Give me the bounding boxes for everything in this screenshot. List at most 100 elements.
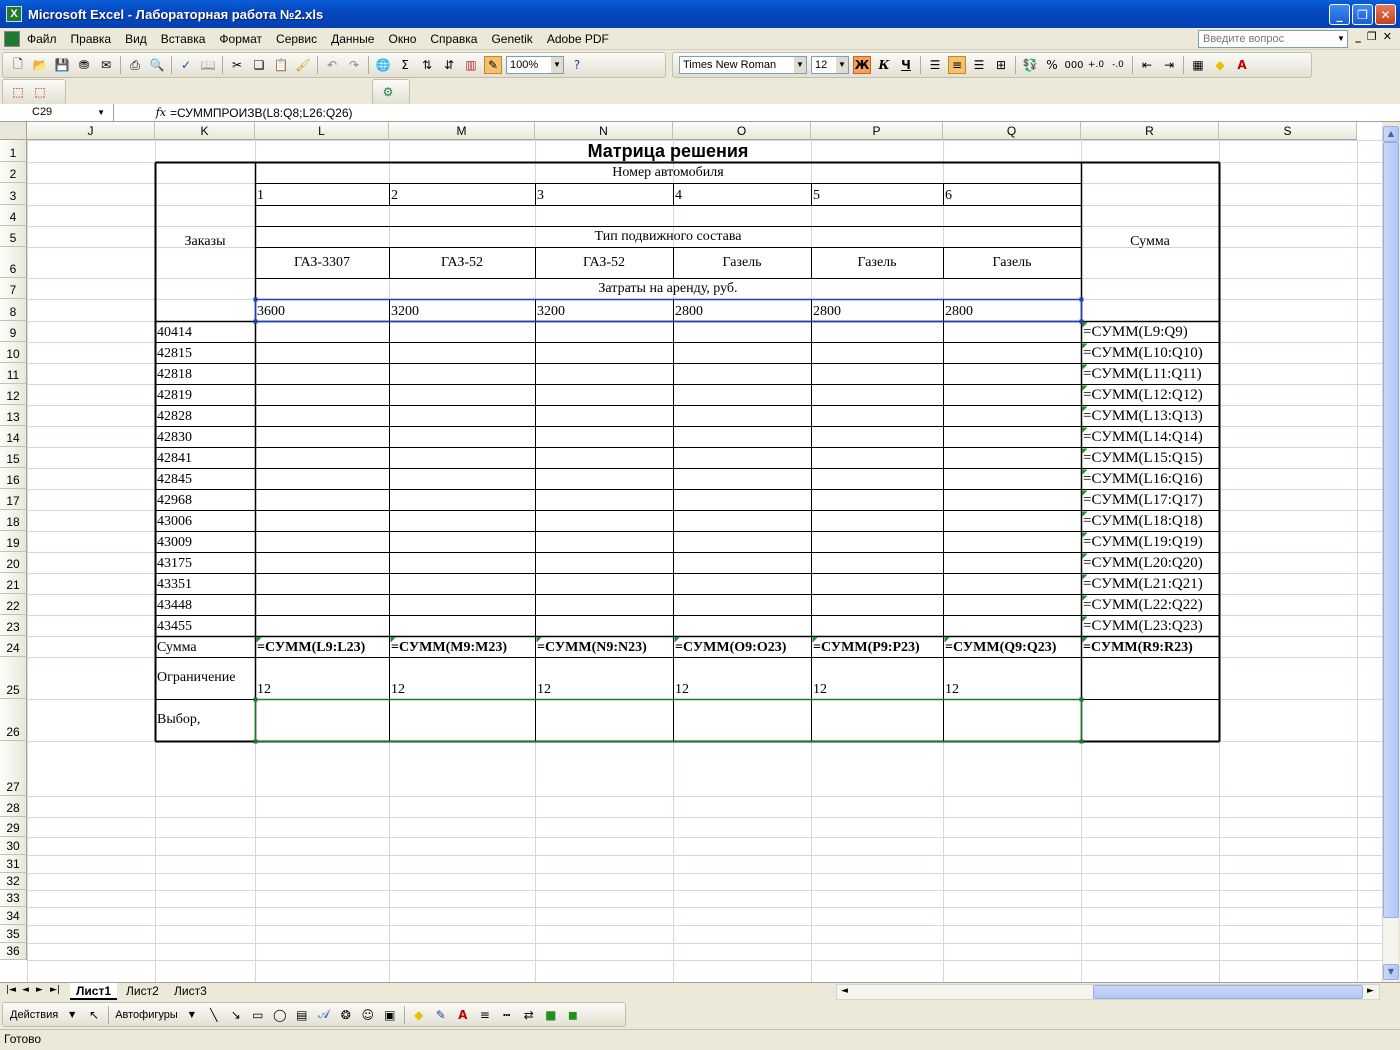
choice-label[interactable]: Выбор, — [157, 699, 253, 741]
cut-icon[interactable]: ✂ — [228, 56, 246, 74]
row-header[interactable]: 15 — [0, 447, 27, 468]
genetik-icon[interactable]: ⚙ — [379, 83, 397, 101]
prev-sheet-icon[interactable]: ◄ — [22, 985, 29, 995]
workbook-restore-icon[interactable]: ❐ — [1367, 30, 1377, 43]
order-id-cell[interactable]: 43455 — [157, 615, 253, 636]
column-header[interactable]: P — [811, 122, 943, 140]
row-header[interactable]: 34 — [0, 907, 27, 925]
column-sum-cell[interactable]: =СУММ(L9:L23) — [257, 636, 387, 657]
font-name-dropdown-icon[interactable]: ▼ — [794, 57, 806, 73]
sort-ascending-icon[interactable]: ⇅ — [418, 56, 436, 74]
row-sum-cell[interactable]: =СУММ(L23:Q23) — [1083, 615, 1217, 636]
row-header[interactable]: 1 — [0, 140, 27, 162]
spelling-icon[interactable]: ✓ — [177, 56, 195, 74]
thousands-button[interactable]: 000 — [1064, 56, 1083, 74]
font-color-icon[interactable]: A — [1233, 56, 1251, 74]
order-id-cell[interactable]: 42815 — [157, 342, 253, 363]
row-header[interactable]: 33 — [0, 890, 27, 907]
matrix-title[interactable]: Матрица решения — [257, 140, 1079, 162]
stock-type-cell[interactable]: ГАЗ-52 — [537, 247, 671, 278]
last-sheet-icon[interactable]: ►| — [50, 985, 60, 995]
row-header[interactable]: 13 — [0, 405, 27, 426]
3d-icon[interactable]: ◼ — [564, 1006, 582, 1024]
row-header[interactable]: 30 — [0, 837, 27, 855]
align-right-icon[interactable]: ☰ — [970, 56, 988, 74]
column-header[interactable]: N — [535, 122, 673, 140]
row-sum-cell[interactable]: =СУММ(L15:Q15) — [1083, 447, 1217, 468]
stock-type-cell[interactable]: Газель — [675, 247, 809, 278]
order-id-cell[interactable]: 43009 — [157, 531, 253, 552]
insert-function-icon[interactable]: fx — [114, 106, 170, 119]
menu-insert[interactable]: Вставка — [154, 29, 213, 49]
font-size-dropdown-icon[interactable]: ▼ — [836, 57, 848, 73]
restore-button[interactable]: ❐ — [1352, 4, 1373, 25]
scroll-right-icon[interactable]: ► — [1367, 986, 1374, 996]
font-size-select[interactable]: 12 ▼ — [811, 56, 849, 74]
column-header[interactable]: Q — [943, 122, 1081, 140]
autoshapes-menu[interactable]: Автофигуры — [112, 1009, 181, 1021]
line-icon[interactable]: ╲ — [205, 1006, 223, 1024]
email-icon[interactable]: ✉ — [97, 56, 115, 74]
row-header[interactable]: 32 — [0, 873, 27, 890]
draw-actions-menu[interactable]: Действия — [7, 1009, 61, 1021]
order-id-cell[interactable]: 42841 — [157, 447, 253, 468]
row-header[interactable]: 18 — [0, 510, 27, 531]
shadow-icon[interactable]: ■ — [542, 1006, 560, 1024]
row-header[interactable]: 12 — [0, 384, 27, 405]
row-header[interactable]: 10 — [0, 342, 27, 363]
row-sum-cell[interactable]: =СУММ(L20:Q20) — [1083, 552, 1217, 573]
research-icon[interactable]: 📖 — [199, 56, 217, 74]
close-button[interactable]: ✕ — [1375, 4, 1396, 25]
autoshapes-dropdown-icon[interactable]: ▼ — [183, 1006, 201, 1024]
zoom-select[interactable]: 100% ▼ — [506, 56, 564, 74]
menu-file[interactable]: Файл — [20, 29, 64, 49]
name-box[interactable]: C29 ▼ — [0, 104, 114, 121]
scroll-left-icon[interactable]: ◄ — [841, 986, 848, 996]
menu-tools[interactable]: Сервис — [269, 29, 324, 49]
open-icon[interactable]: 📂 — [31, 56, 49, 74]
picture-icon[interactable]: ▣ — [381, 1006, 399, 1024]
order-id-cell[interactable]: 43006 — [157, 510, 253, 531]
order-id-cell[interactable]: 40414 — [157, 321, 253, 342]
limit-cell[interactable]: 12 — [391, 657, 533, 699]
column-header[interactable]: S — [1219, 122, 1357, 140]
range-handle[interactable] — [1079, 697, 1084, 702]
arrow-style-icon[interactable]: ⇄ — [520, 1006, 538, 1024]
column-header[interactable]: O — [673, 122, 811, 140]
row-header[interactable]: 24 — [0, 636, 27, 657]
paste-icon[interactable]: 📋 — [272, 56, 290, 74]
workbook-minimize-icon[interactable]: _ — [1355, 30, 1361, 43]
row-header[interactable]: 19 — [0, 531, 27, 552]
row-sum-cell[interactable]: =СУММ(L16:Q16) — [1083, 468, 1217, 489]
name-box-dropdown-icon[interactable]: ▼ — [97, 104, 105, 121]
wordart-icon[interactable]: 𝒜 — [315, 1006, 333, 1024]
increase-indent-icon[interactable]: ⇥ — [1160, 56, 1178, 74]
row-header[interactable]: 31 — [0, 855, 27, 873]
row-header[interactable]: 35 — [0, 925, 27, 943]
clipart-icon[interactable]: ☺ — [359, 1006, 377, 1024]
undo-icon[interactable]: ↶ — [323, 56, 341, 74]
line-style-icon[interactable]: ≡ — [476, 1006, 494, 1024]
stock-type-cell[interactable]: ГАЗ-3307 — [257, 247, 387, 278]
italic-button[interactable]: К — [875, 56, 893, 74]
minimize-button[interactable]: _ — [1329, 4, 1350, 25]
draw-fill-color-icon[interactable]: ◆ — [410, 1006, 428, 1024]
pdf-email-icon[interactable]: ⬚ — [31, 83, 49, 101]
row-sum-cell[interactable]: =СУММ(L21:Q21) — [1083, 573, 1217, 594]
help-icon[interactable]: ? — [568, 56, 586, 74]
limit-cell[interactable]: 12 — [813, 657, 941, 699]
sheet-tab-3[interactable]: Лист3 — [168, 983, 213, 1000]
select-objects-icon[interactable]: ↖ — [85, 1006, 103, 1024]
hyperlink-icon[interactable]: 🌐 — [374, 56, 392, 74]
stock-type-header[interactable]: Тип подвижного состава — [257, 226, 1079, 247]
print-icon[interactable]: ⎙ — [126, 56, 144, 74]
column-sum-cell[interactable]: =СУММ(O9:O23) — [675, 636, 809, 657]
worksheet[interactable]: JKLMNOPQRS 1 2 3 4 5 6 7 8 9 10 11 12 13 14 15 16 17 18 19… — [0, 122, 1382, 982]
rent-cost-cell[interactable]: 2800 — [945, 299, 1079, 321]
row-header[interactable]: 36 — [0, 943, 27, 960]
car-number-cell[interactable]: 4 — [675, 183, 809, 205]
stock-type-cell[interactable]: Газель — [813, 247, 941, 278]
column-sum-cell[interactable]: =СУММ(M9:M23) — [391, 636, 533, 657]
borders-icon[interactable]: ▦ — [1189, 56, 1207, 74]
formula-input[interactable]: =СУММПРОИЗВ(L8:Q8;L26:Q26) — [170, 106, 353, 120]
